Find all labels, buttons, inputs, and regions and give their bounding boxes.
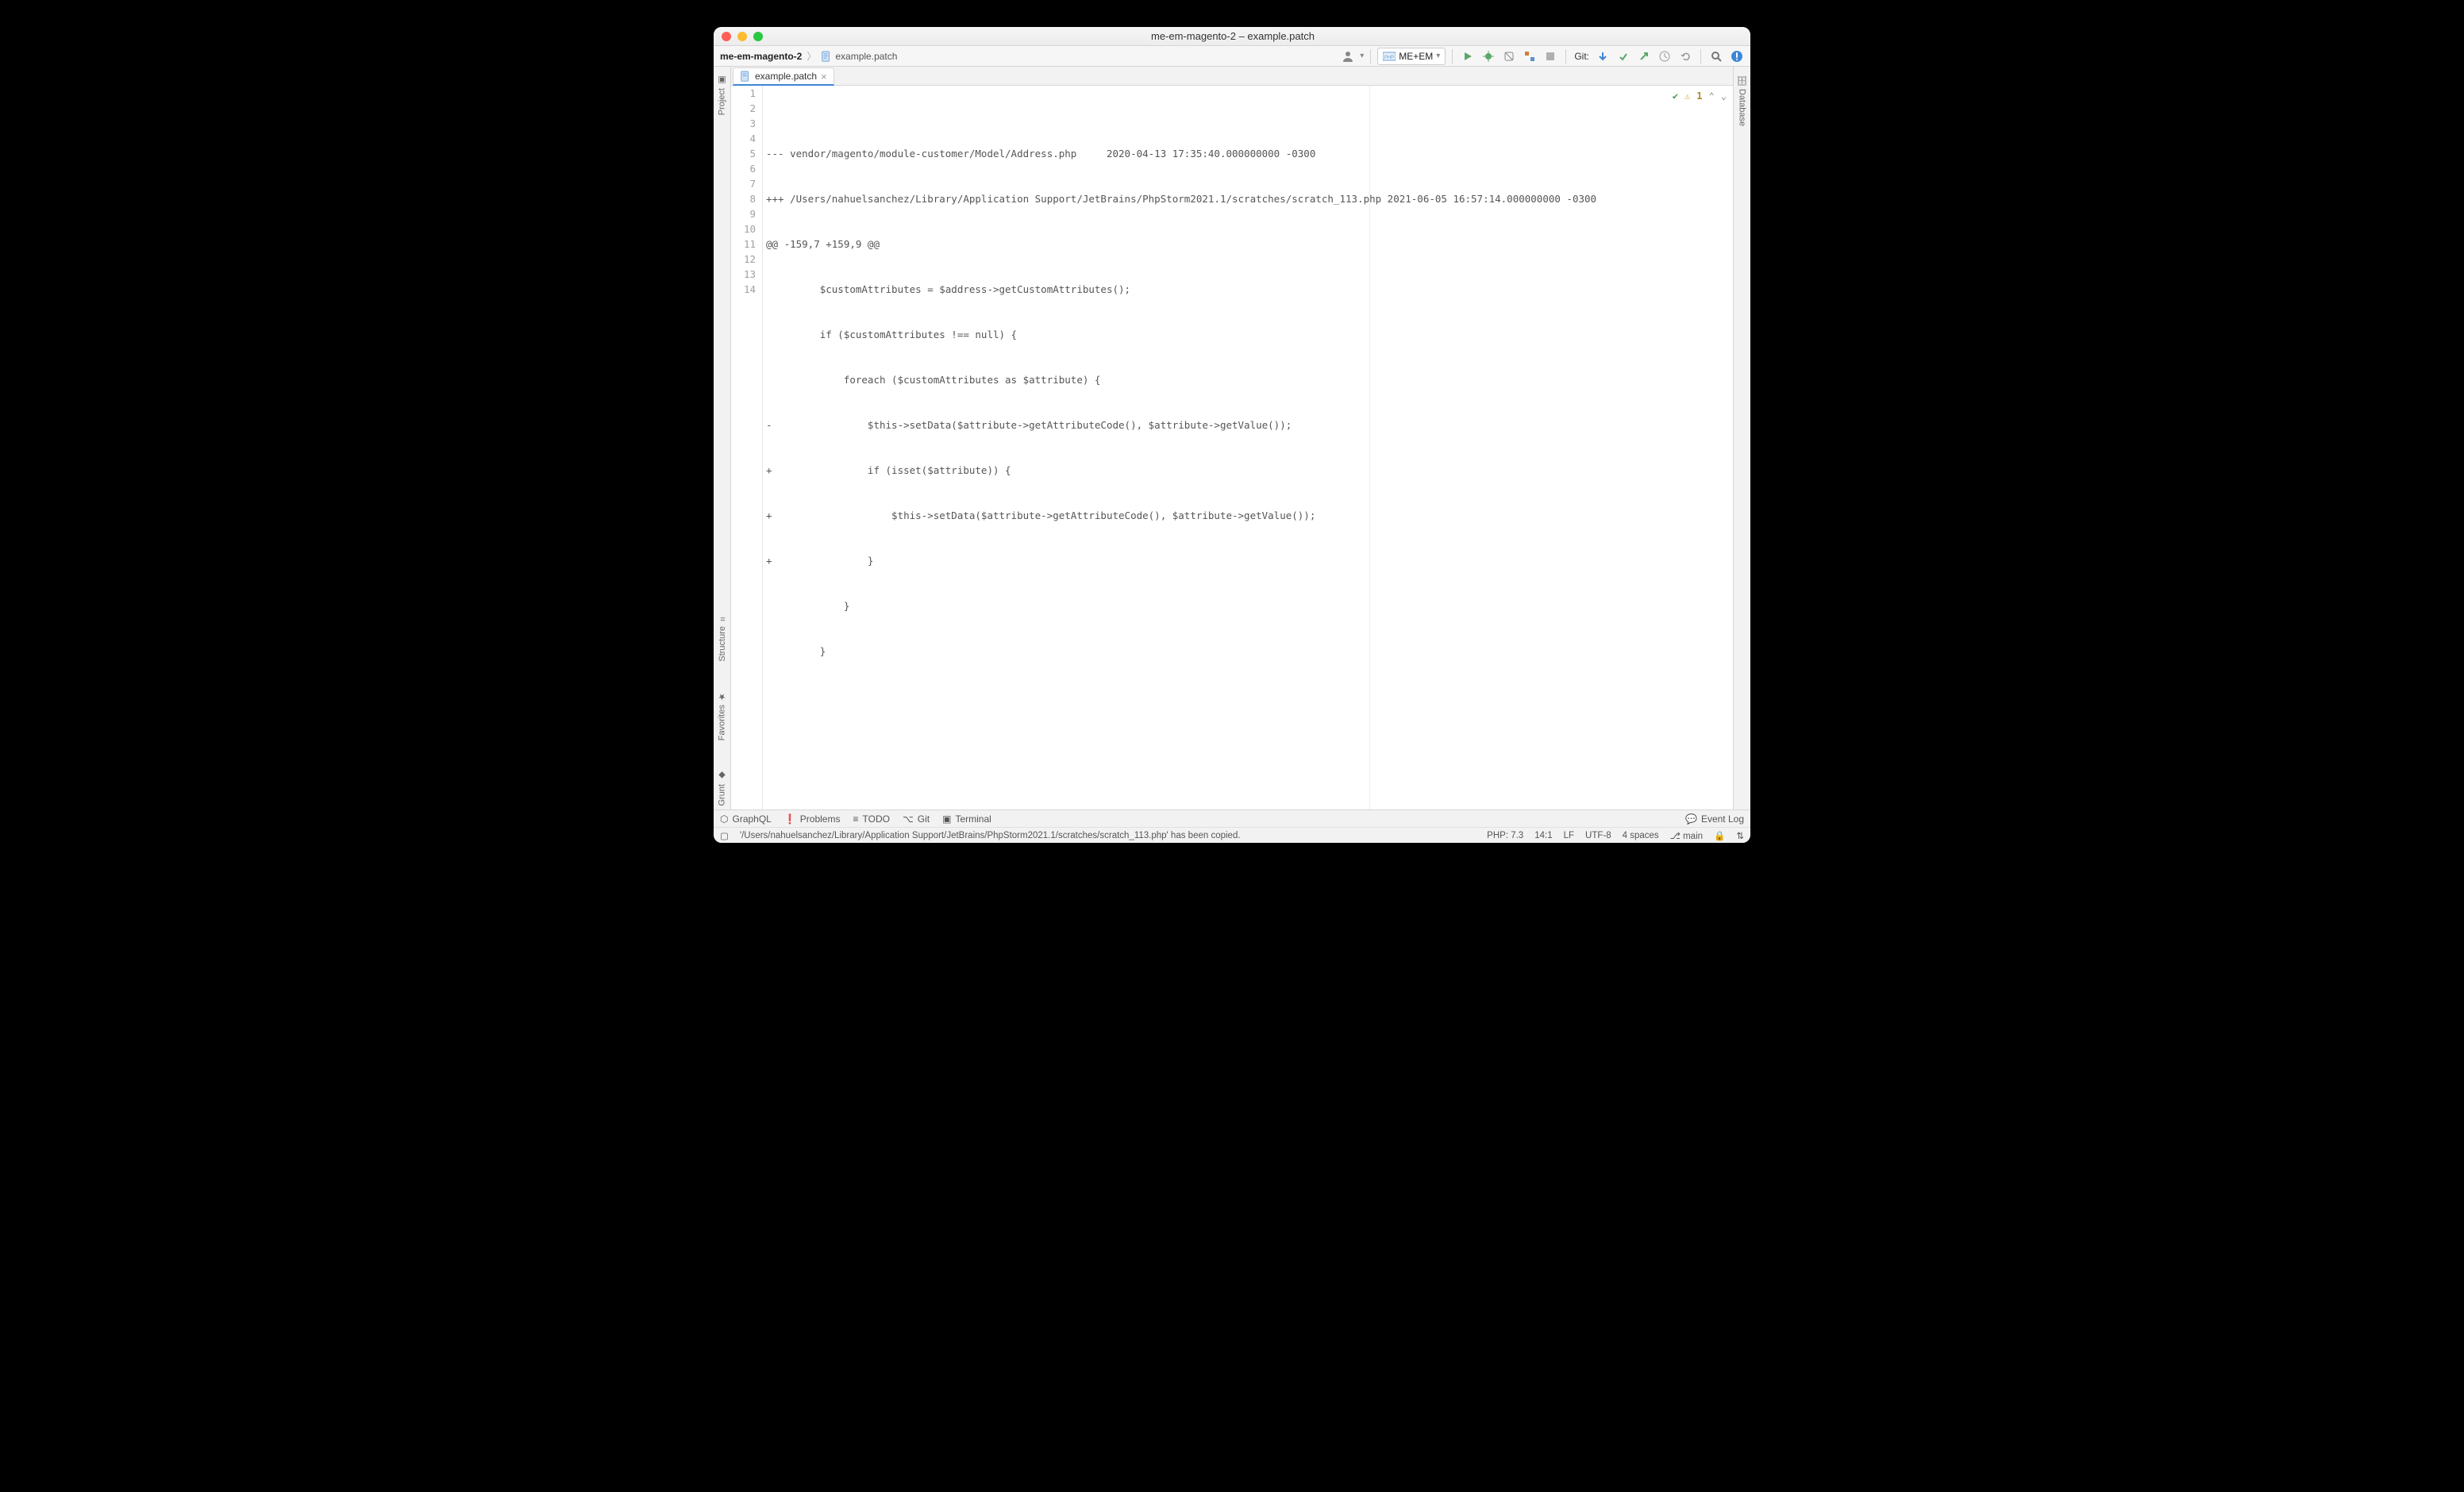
debug-button[interactable] bbox=[1480, 48, 1497, 65]
graphql-icon: ⬡ bbox=[720, 813, 728, 825]
editor-tab-bar: example.patch × bbox=[731, 67, 1733, 86]
tool-problems[interactable]: ❗Problems bbox=[784, 813, 841, 825]
warning-count: 1 bbox=[1696, 89, 1702, 104]
inspection-widget[interactable]: ✔ ⚠ 1 ⌃ ⌄ bbox=[1673, 89, 1727, 104]
left-tool-rail: Project ▣ Structure ⌗ Favorites ★ Grunt … bbox=[714, 67, 731, 809]
editor-area: example.patch × 1 2 3 4 5 6 7 8 9 10 11 bbox=[731, 67, 1733, 809]
status-eol[interactable]: LF bbox=[1564, 831, 1574, 840]
title-bar: me-em-magento-2 – example.patch bbox=[714, 27, 1750, 46]
chevron-down-icon: ▾ bbox=[1436, 52, 1440, 60]
profile-button[interactable] bbox=[1521, 48, 1538, 65]
status-lock-icon[interactable]: 🔒 bbox=[1714, 830, 1725, 841]
status-branch[interactable]: ⎇ main bbox=[1670, 830, 1703, 841]
editor-tab-label: example.patch bbox=[755, 71, 817, 82]
main-toolbar: me-em-magento-2 〉 example.patch ▾ PHP ME… bbox=[714, 46, 1750, 67]
database-icon: 🗄 bbox=[1737, 75, 1747, 86]
svg-text:PHP: PHP bbox=[1384, 56, 1394, 60]
right-tool-rail: 🗄 Database bbox=[1733, 67, 1750, 809]
git-label: Git: bbox=[1573, 51, 1591, 62]
code-content[interactable]: --- vendor/magento/module-customer/Model… bbox=[763, 86, 1733, 809]
run-configuration-selector[interactable]: PHP ME+EM ▾ bbox=[1377, 48, 1446, 65]
line-number-gutter: 1 2 3 4 5 6 7 8 9 10 11 12 13 14 bbox=[731, 86, 763, 809]
run-config-label: ME+EM bbox=[1399, 51, 1433, 62]
run-button[interactable] bbox=[1459, 48, 1476, 65]
branch-icon: ⎇ bbox=[1670, 832, 1683, 841]
breadcrumb-file[interactable]: example.patch bbox=[819, 49, 899, 63]
status-sync-icon[interactable]: ⇅ bbox=[1736, 830, 1744, 841]
problems-icon: ❗ bbox=[784, 813, 796, 825]
breadcrumb-project-label: me-em-magento-2 bbox=[720, 51, 802, 62]
vcs-commit-button[interactable] bbox=[1615, 48, 1632, 65]
main-area: Project ▣ Structure ⌗ Favorites ★ Grunt … bbox=[714, 67, 1750, 809]
vcs-rollback-button[interactable] bbox=[1677, 48, 1694, 65]
event-log-icon: 💬 bbox=[1685, 813, 1697, 825]
status-indent[interactable]: 4 spaces bbox=[1623, 831, 1659, 840]
tool-terminal[interactable]: ▣Terminal bbox=[942, 813, 991, 825]
grunt-icon: ◆ bbox=[717, 771, 727, 781]
bottom-tool-bar: ⬡GraphQL ❗Problems ≡TODO ⌥Git ▣Terminal … bbox=[714, 809, 1750, 827]
patch-file-icon bbox=[740, 71, 751, 82]
chevron-down-icon[interactable]: ⌄ bbox=[1721, 89, 1727, 104]
patch-file-icon bbox=[821, 51, 832, 62]
warning-icon: ⚠ bbox=[1684, 89, 1690, 104]
zoom-window-button[interactable] bbox=[753, 32, 763, 41]
status-encoding[interactable]: UTF-8 bbox=[1585, 831, 1611, 840]
tool-git[interactable]: ⌥Git bbox=[903, 813, 930, 825]
star-icon: ★ bbox=[717, 691, 727, 702]
close-tab-button[interactable]: × bbox=[821, 71, 827, 83]
editor-tab-active[interactable]: example.patch × bbox=[733, 67, 834, 86]
minimize-window-button[interactable] bbox=[737, 32, 747, 41]
vcs-history-button[interactable] bbox=[1656, 48, 1673, 65]
user-icon[interactable] bbox=[1339, 48, 1357, 65]
tool-project[interactable]: Project ▣ bbox=[717, 71, 727, 118]
window-title: me-em-magento-2 – example.patch bbox=[763, 30, 1703, 42]
editor[interactable]: 1 2 3 4 5 6 7 8 9 10 11 12 13 14 bbox=[731, 86, 1733, 809]
status-bar: ▢ '/Users/nahuelsanchez/Library/Applicat… bbox=[714, 827, 1750, 843]
vcs-push-button[interactable] bbox=[1635, 48, 1653, 65]
folder-icon: ▣ bbox=[717, 75, 727, 85]
status-php[interactable]: PHP: 7.3 bbox=[1487, 831, 1523, 840]
breadcrumb-file-label: example.patch bbox=[835, 51, 897, 62]
vcs-update-button[interactable] bbox=[1594, 48, 1611, 65]
stop-button[interactable] bbox=[1542, 48, 1559, 65]
terminal-icon: ▣ bbox=[942, 813, 951, 825]
structure-icon: ⌗ bbox=[718, 614, 727, 623]
status-caret[interactable]: 14:1 bbox=[1534, 831, 1552, 840]
search-everywhere-button[interactable] bbox=[1707, 48, 1725, 65]
ide-window: me-em-magento-2 – example.patch me-em-ma… bbox=[714, 27, 1750, 843]
tool-todo[interactable]: ≡TODO bbox=[853, 813, 889, 825]
tool-structure[interactable]: Structure ⌗ bbox=[718, 611, 727, 665]
navigation-bar: me-em-magento-2 〉 example.patch bbox=[718, 49, 899, 63]
tool-favorites[interactable]: Favorites ★ bbox=[717, 688, 727, 744]
tool-event-log[interactable]: 💬Event Log bbox=[1685, 813, 1744, 825]
todo-icon: ≡ bbox=[853, 813, 858, 825]
breadcrumb-project[interactable]: me-em-magento-2 bbox=[718, 49, 803, 63]
tool-graphql[interactable]: ⬡GraphQL bbox=[720, 813, 772, 825]
right-margin-guide bbox=[1369, 86, 1370, 809]
check-icon: ✔ bbox=[1673, 89, 1678, 104]
ide-settings-button[interactable] bbox=[1728, 48, 1746, 65]
close-window-button[interactable] bbox=[722, 32, 731, 41]
tool-database[interactable]: 🗄 Database bbox=[1737, 71, 1747, 129]
coverage-button[interactable] bbox=[1500, 48, 1518, 65]
tool-grunt[interactable]: Grunt ◆ bbox=[717, 767, 727, 809]
window-controls bbox=[714, 32, 763, 41]
tool-windows-toggle[interactable]: ▢ bbox=[720, 830, 729, 841]
status-message: '/Users/nahuelsanchez/Library/Applicatio… bbox=[740, 831, 1476, 840]
chevron-right-icon: 〉 bbox=[807, 49, 816, 63]
chevron-up-icon[interactable]: ⌃ bbox=[1709, 89, 1715, 104]
git-icon: ⌥ bbox=[903, 813, 914, 825]
